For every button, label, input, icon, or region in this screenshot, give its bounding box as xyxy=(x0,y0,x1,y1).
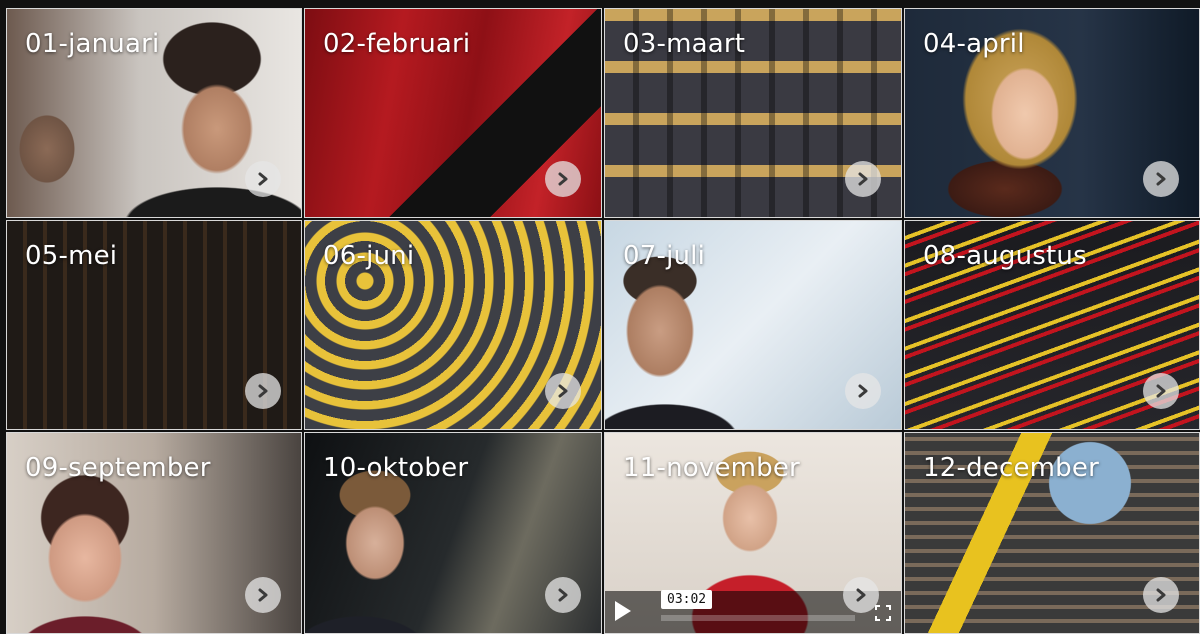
tile-april[interactable]: 04-april xyxy=(904,8,1200,218)
tile-january[interactable]: 01-januari xyxy=(6,8,302,218)
chevron-right-icon[interactable] xyxy=(1143,577,1179,613)
tile-label: 03-maart xyxy=(623,29,746,59)
tile-label: 01-januari xyxy=(25,29,160,59)
play-icon[interactable] xyxy=(615,601,631,621)
tile-november[interactable]: 03:02 11-november xyxy=(604,432,902,634)
tile-september[interactable]: 09-september xyxy=(6,432,302,634)
chevron-right-icon[interactable] xyxy=(545,373,581,409)
tile-march[interactable]: 03-maart xyxy=(604,8,902,218)
tile-label: 12-december xyxy=(923,453,1099,483)
tile-december[interactable]: 12-december xyxy=(904,432,1200,634)
tile-label: 11-november xyxy=(623,453,800,483)
tile-label: 09-september xyxy=(25,453,211,483)
chevron-right-icon[interactable] xyxy=(245,577,281,613)
video-progress-track[interactable] xyxy=(661,615,855,621)
chevron-right-icon[interactable] xyxy=(1143,161,1179,197)
chevron-right-icon[interactable] xyxy=(545,577,581,613)
chevron-right-icon[interactable] xyxy=(845,161,881,197)
tile-label: 07-juli xyxy=(623,241,706,271)
tile-label: 04-april xyxy=(923,29,1025,59)
tile-august[interactable]: 08-augustus xyxy=(904,220,1200,430)
video-timestamp: 03:02 xyxy=(661,590,713,609)
tile-label: 08-augustus xyxy=(923,241,1087,271)
tile-june[interactable]: 06-juni xyxy=(304,220,602,430)
fullscreen-icon[interactable] xyxy=(875,605,891,621)
chevron-right-icon[interactable] xyxy=(245,161,281,197)
tile-label: 10-oktober xyxy=(323,453,469,483)
tile-october[interactable]: 10-oktober xyxy=(304,432,602,634)
tile-february[interactable]: 02-februari xyxy=(304,8,602,218)
tile-label: 06-juni xyxy=(323,241,415,271)
chevron-right-icon[interactable] xyxy=(845,373,881,409)
tile-label: 02-februari xyxy=(323,29,471,59)
chevron-right-icon[interactable] xyxy=(245,373,281,409)
tile-july[interactable]: 07-juli xyxy=(604,220,902,430)
tile-may[interactable]: 05-mei xyxy=(6,220,302,430)
month-grid: 01-januari 02-februari 03-maart 04-april… xyxy=(0,0,1200,634)
chevron-right-icon[interactable] xyxy=(1143,373,1179,409)
tile-label: 05-mei xyxy=(25,241,118,271)
chevron-right-icon[interactable] xyxy=(843,577,879,613)
chevron-right-icon[interactable] xyxy=(545,161,581,197)
